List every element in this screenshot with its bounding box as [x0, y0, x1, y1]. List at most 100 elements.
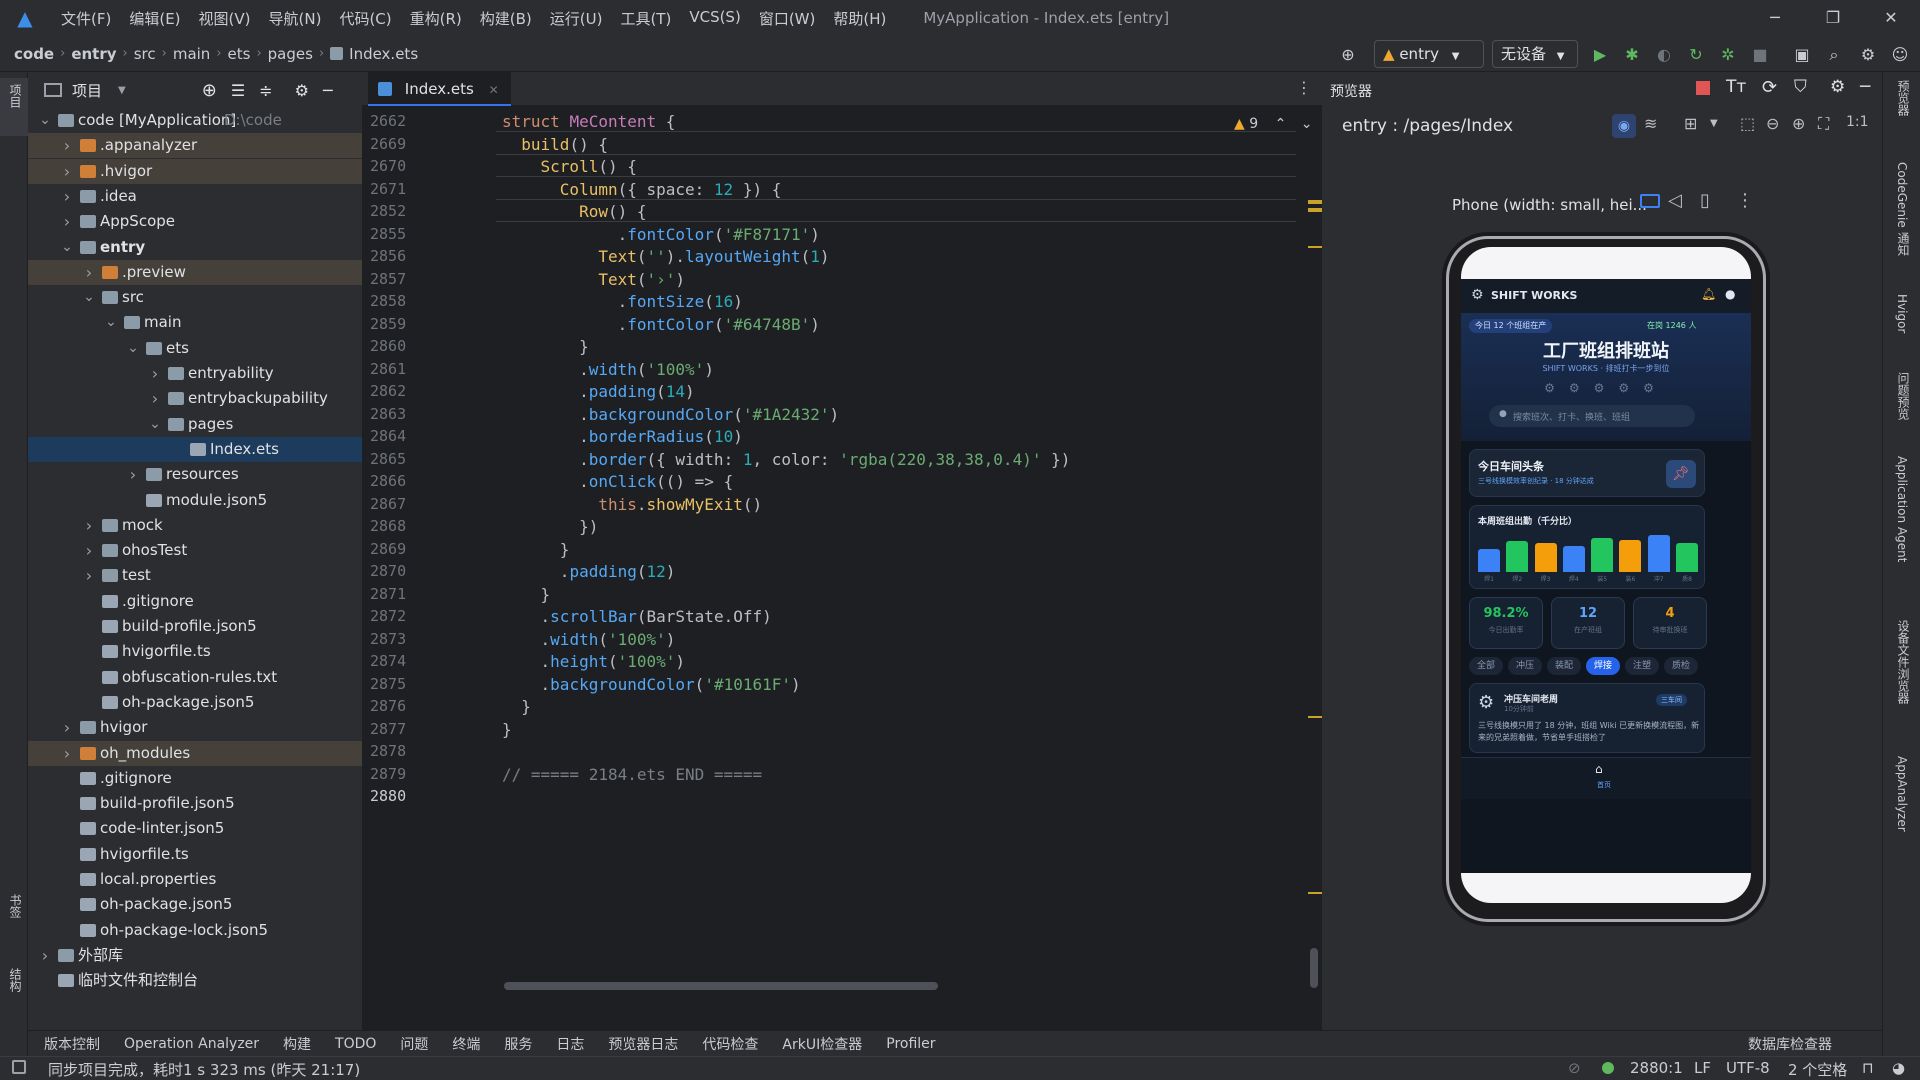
tree-item[interactable]: .gitignore — [28, 766, 362, 791]
code-line[interactable]: .backgroundColor('#10161F') — [502, 675, 801, 694]
tree-item[interactable]: › test — [28, 563, 362, 588]
stop-icon[interactable]: ■ — [1748, 44, 1772, 66]
menu-item[interactable]: 代码(C) — [330, 8, 400, 29]
tree-item[interactable]: › oh_modules — [28, 740, 362, 766]
chevron-down-icon[interactable]: ▼ — [1710, 118, 1718, 129]
tree-item[interactable]: › hvigor — [28, 715, 362, 740]
tree-item[interactable]: local.properties — [28, 867, 362, 892]
tree-item[interactable]: ⌄ ets — [28, 336, 362, 361]
hide-previewer-icon[interactable]: ─ — [1860, 77, 1870, 97]
tree-item[interactable]: oh-package.json5 — [28, 892, 362, 917]
code-line[interactable]: .padding(14) — [502, 382, 695, 401]
one-to-one-icon[interactable]: 1:1 — [1846, 114, 1869, 130]
menu-item[interactable]: 文件(F) — [52, 8, 120, 29]
breadcrumb-item[interactable]: pages — [268, 45, 313, 63]
right-tool-button[interactable]: CodeGenie — [1895, 162, 1909, 228]
tree-item[interactable]: module.json5 — [28, 488, 362, 513]
previous-highlight-icon[interactable]: ⌃ — [1275, 116, 1287, 132]
run-config-select[interactable]: ▲ entry ▼ — [1374, 40, 1484, 68]
menu-item[interactable]: 工具(T) — [611, 8, 680, 29]
menu-item[interactable]: 编辑(E) — [120, 8, 189, 29]
chevron-right-icon[interactable]: › — [60, 209, 74, 234]
code-line[interactable]: .width('100%') — [502, 630, 676, 649]
chevron-right-icon[interactable]: › — [82, 563, 96, 588]
app-screen[interactable]: ⚙ SHIFT WORKS 🔔︎ ● 今日 12 个班组在产 在岗 1246 人… — [1461, 279, 1751, 873]
code-line[interactable]: Row() { — [496, 202, 1296, 222]
fit-screen-icon[interactable]: ⛶ — [1818, 114, 1829, 134]
breadcrumb-item[interactable]: src — [134, 45, 156, 63]
menu-item[interactable]: 视图(V) — [190, 8, 260, 29]
category-chip[interactable]: 焊接 — [1586, 657, 1621, 675]
profile-icon[interactable]: ◐ — [1652, 44, 1676, 66]
chevron-right-icon[interactable]: › — [60, 159, 74, 184]
inspector-toggle-icon[interactable]: ◉ — [1612, 114, 1636, 138]
code-line[interactable]: } — [502, 585, 551, 604]
project-structure-icon[interactable]: ▣ — [1790, 44, 1814, 66]
code-line[interactable]: } — [502, 697, 531, 716]
next-highlight-icon[interactable]: ⌄ — [1301, 116, 1313, 132]
tool-window-button[interactable]: 预览器日志 — [608, 1034, 678, 1054]
code-line[interactable]: struct MeContent { — [496, 112, 1296, 132]
tree-item[interactable]: › ohosTest — [28, 538, 362, 563]
debug-icon[interactable]: ✱ — [1620, 44, 1644, 66]
inspection-widget[interactable]: ▲ 9 ⌃ ⌄ — [1234, 116, 1313, 132]
tool-window-button[interactable]: 数据库检查器 — [1748, 1034, 1832, 1054]
tool-window-button[interactable]: Operation Analyzer — [124, 1036, 259, 1052]
tree-item[interactable]: › .hvigor — [28, 158, 362, 184]
chevron-down-icon[interactable]: ⌄ — [148, 412, 162, 437]
code-line[interactable]: Scroll() { — [496, 157, 1296, 177]
line-separator[interactable]: LF — [1694, 1059, 1711, 1077]
chevron-right-icon[interactable]: › — [148, 386, 162, 411]
code-line[interactable]: .fontSize(16) — [502, 292, 743, 311]
menu-item[interactable]: VCS(S) — [680, 8, 749, 29]
code-line[interactable]: this.showMyExit() — [502, 495, 762, 514]
breadcrumb-item[interactable]: entry — [71, 45, 116, 63]
grid-icon[interactable]: ⊞ — [1684, 114, 1697, 133]
code-line[interactable]: .backgroundColor('#1A2432') — [502, 405, 839, 424]
code-line[interactable]: }) — [502, 517, 598, 536]
tree-item[interactable]: ⌄ code [MyApplication] D:\code — [28, 108, 362, 133]
attach-debugger-icon[interactable]: ✲ — [1716, 44, 1740, 66]
tree-item[interactable]: › .preview — [28, 259, 362, 285]
chevron-down-icon[interactable]: ⌄ — [38, 108, 52, 133]
chevron-down-icon[interactable]: ⌄ — [126, 336, 140, 361]
options-gear-icon[interactable]: ⚙ — [295, 81, 309, 100]
chevron-down-icon[interactable]: ⌄ — [60, 235, 74, 260]
code-line[interactable]: .width('100%') — [502, 360, 714, 379]
file-encoding[interactable]: UTF-8 — [1726, 1059, 1770, 1077]
tree-item[interactable]: Index.ets — [28, 436, 362, 462]
hide-panel-icon[interactable]: ─ — [323, 81, 333, 100]
category-chip[interactable]: 装配 — [1547, 657, 1582, 675]
chevron-right-icon[interactable]: › — [60, 184, 74, 209]
code-line[interactable]: Text('›') — [502, 270, 685, 289]
code-line[interactable]: .borderRadius(10) — [502, 427, 743, 446]
code-line[interactable]: } — [502, 540, 570, 559]
tree-item[interactable]: 临时文件和控制台 — [28, 968, 362, 993]
tree-item[interactable]: oh-package.json5 — [28, 690, 362, 715]
tree-item[interactable]: › resources — [28, 462, 362, 487]
home-tab-label[interactable]: 首页 — [1597, 780, 1611, 790]
chat-icon[interactable]: ● — [1725, 287, 1735, 301]
bookmarks-tool-button[interactable]: 书签 — [7, 894, 24, 918]
menu-item[interactable]: 重构(R) — [401, 8, 471, 29]
tool-window-button[interactable]: 问题 — [400, 1034, 428, 1054]
tree-item[interactable]: ⌄ main — [28, 310, 362, 335]
run-icon[interactable]: ▶ — [1588, 44, 1612, 66]
chevron-right-icon[interactable]: › — [60, 715, 74, 740]
tree-item[interactable]: hvigorfile.ts — [28, 639, 362, 664]
project-view-title[interactable]: 项目 — [72, 80, 102, 101]
expand-all-icon[interactable]: ☰ — [231, 81, 245, 100]
cursor-position[interactable]: 2880:1 — [1630, 1059, 1683, 1077]
post-card[interactable]: ⚙ 冲压车间老周 10分钟前 三车间 三号线换模只用了 18 分钟，班组 Wik… — [1469, 683, 1705, 753]
lock-icon[interactable]: ⊓ — [1862, 1059, 1874, 1077]
code-line[interactable]: } — [502, 337, 589, 356]
more-tabs-icon[interactable]: ⋮ — [1296, 78, 1312, 97]
category-chip[interactable]: 质检 — [1664, 657, 1699, 675]
right-tool-button[interactable]: 问题预览 — [1895, 372, 1912, 420]
tree-item[interactable]: ⌄ src — [28, 285, 362, 310]
tree-item[interactable]: › entrybackupability — [28, 386, 362, 411]
stat-card[interactable]: 12 在产班组 — [1551, 597, 1625, 649]
layers-icon[interactable]: ≋ — [1644, 114, 1657, 133]
structure-tool-button[interactable]: 结构 — [7, 968, 24, 992]
tree-item[interactable]: .gitignore — [28, 589, 362, 614]
